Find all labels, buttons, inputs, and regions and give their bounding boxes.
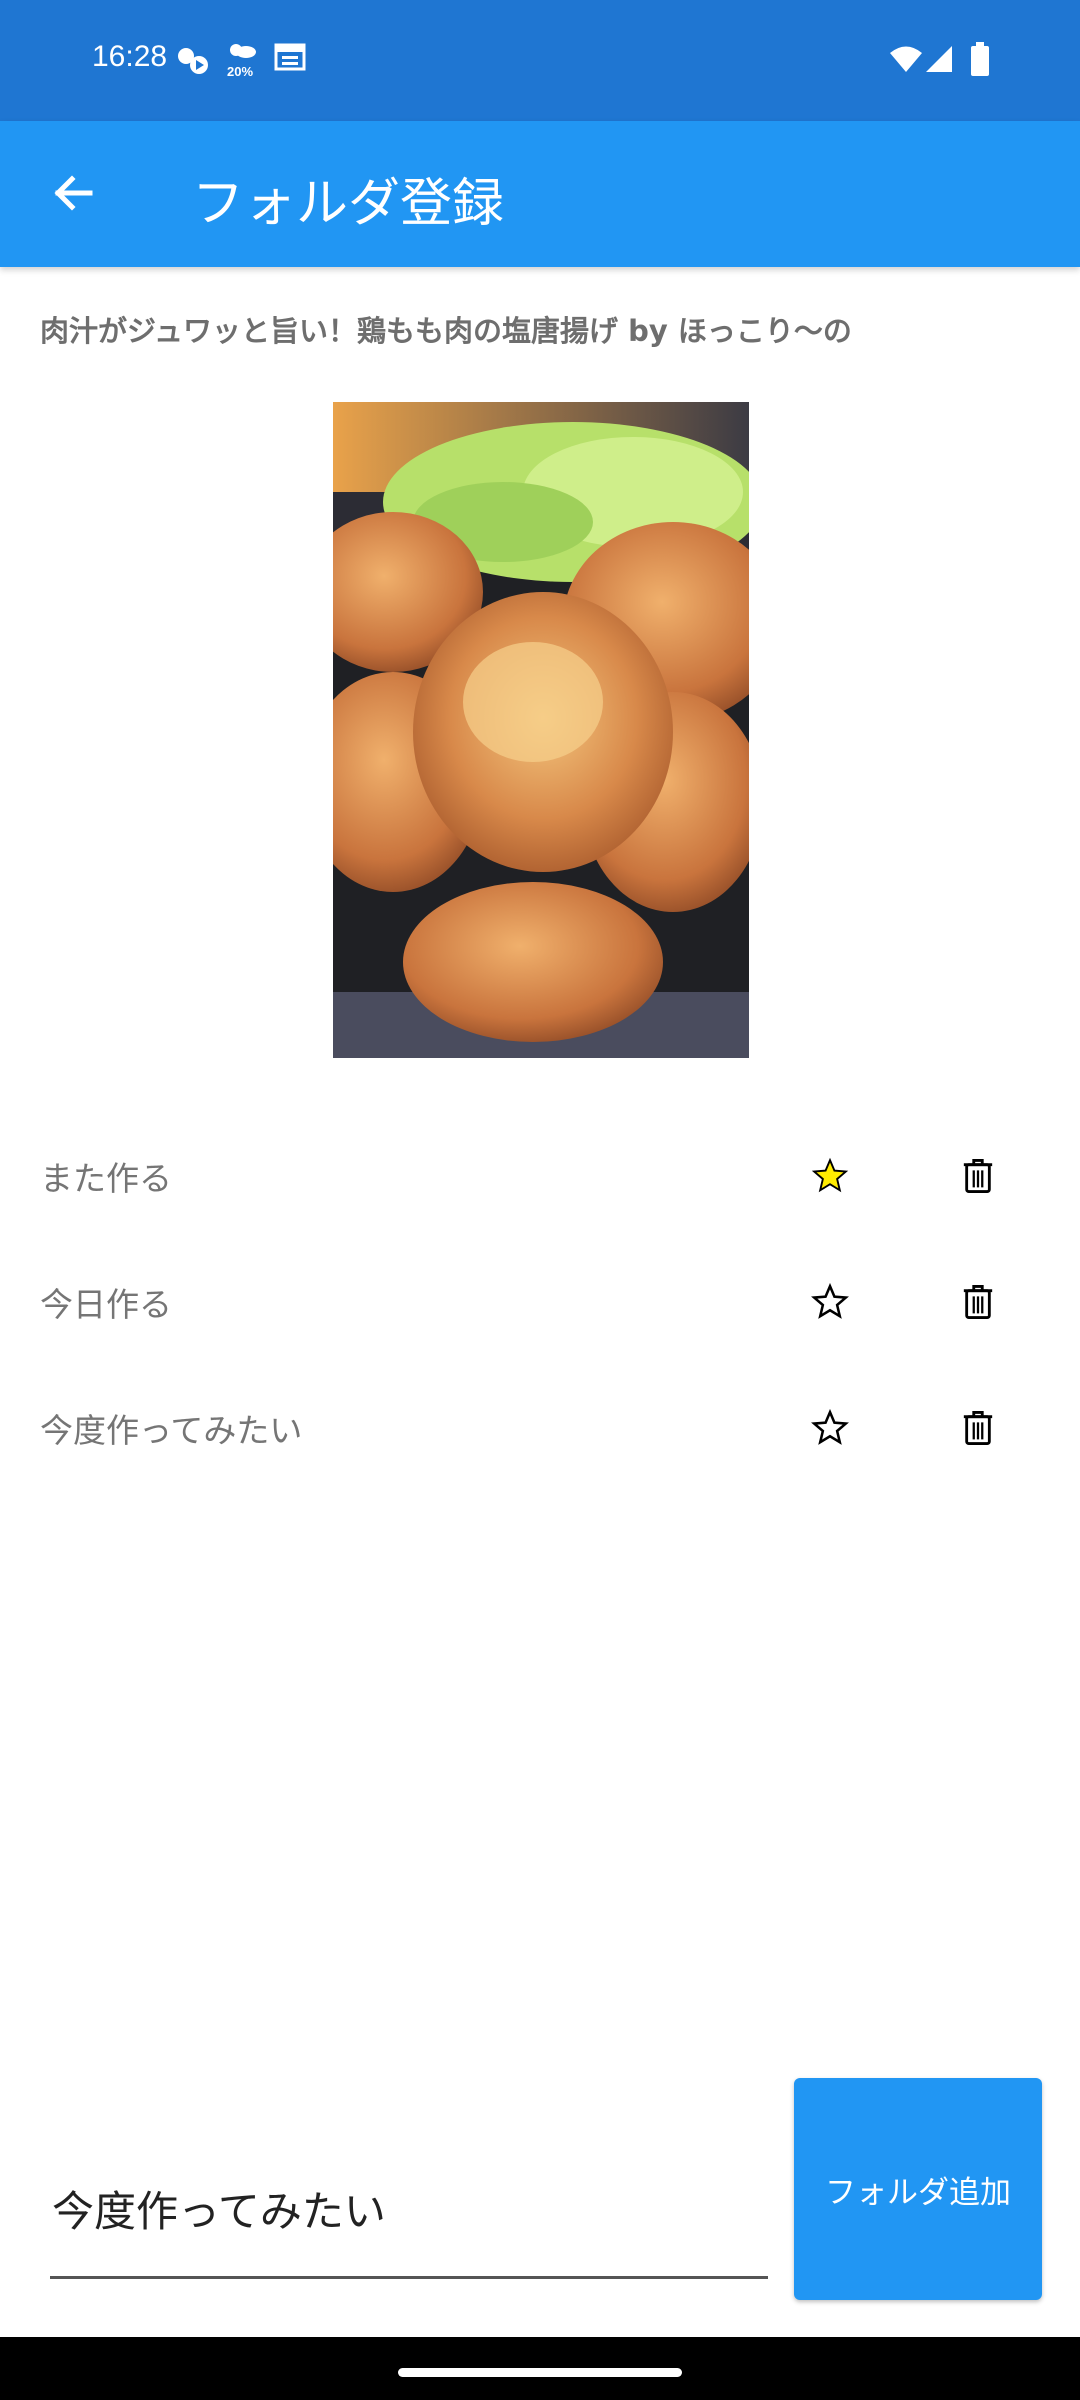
folder-name-field — [50, 2140, 770, 2280]
folder-row[interactable]: また作る — [0, 1124, 1080, 1224]
back-button[interactable] — [30, 151, 114, 235]
cellular-icon — [924, 44, 954, 78]
delete-button[interactable] — [948, 1272, 1008, 1332]
trash-icon — [963, 1411, 993, 1445]
calendar-icon — [274, 42, 306, 76]
svg-text:20%: 20% — [227, 64, 253, 79]
delete-button[interactable] — [948, 1398, 1008, 1458]
trash-icon — [963, 1159, 993, 1193]
input-underline — [50, 2276, 768, 2279]
star-outline-icon — [811, 1283, 849, 1319]
recipe-photo — [333, 402, 749, 1058]
status-time: 16:28 — [92, 40, 168, 73]
folder-row[interactable]: 今度作ってみたい — [0, 1376, 1080, 1476]
trash-icon — [963, 1285, 993, 1319]
favorite-button[interactable] — [800, 1146, 860, 1206]
favorite-button[interactable] — [800, 1398, 860, 1458]
add-folder-button[interactable]: フォルダ追加 — [794, 2078, 1042, 2300]
star-outline-icon — [811, 1409, 849, 1445]
arrow-left-icon — [54, 175, 93, 211]
home-handle[interactable] — [398, 2368, 682, 2377]
weather-20-icon: 20% — [224, 40, 260, 84]
status-bar: 16:28 20% — [0, 0, 1080, 121]
folder-label: 今度作ってみたい — [40, 1411, 303, 1450]
page-title: フォルダ登録 — [192, 174, 505, 234]
folder-row[interactable]: 今日作る — [0, 1250, 1080, 1350]
app-bar: フォルダ登録 — [0, 121, 1080, 267]
folder-label: また作る — [40, 1159, 172, 1198]
favorite-button[interactable] — [800, 1272, 860, 1332]
delete-button[interactable] — [948, 1146, 1008, 1206]
folder-label: 今日作る — [40, 1285, 172, 1324]
battery-icon — [970, 42, 990, 80]
wifi-icon — [888, 44, 924, 78]
recipe-title: 肉汁がジュワッと旨い！鶏もも肉の塩唐揚げ by ほっこり〜の — [40, 314, 852, 348]
folder-name-input[interactable] — [50, 2140, 770, 2276]
star-filled-icon — [811, 1157, 849, 1193]
weather-play-icon — [172, 42, 212, 82]
